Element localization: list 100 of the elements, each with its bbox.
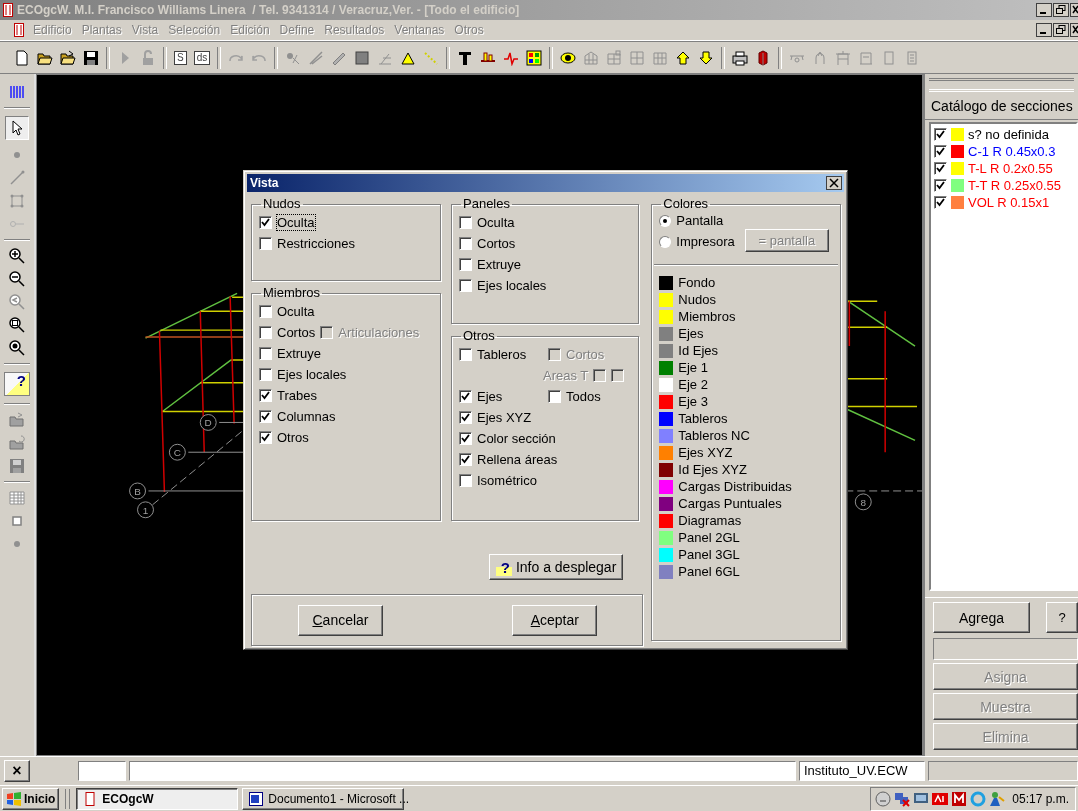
smiley-icon[interactable] (875, 790, 892, 807)
person-icon[interactable] (989, 790, 1006, 807)
color-swatch[interactable] (659, 275, 674, 290)
document-icon (14, 23, 24, 37)
checkbox[interactable] (259, 410, 272, 423)
color-swatch[interactable] (659, 428, 674, 443)
section-label[interactable]: T-L R 0.2x0.55 (968, 160, 1053, 176)
checkbox[interactable] (459, 390, 472, 403)
section-label[interactable]: C-1 R 0.45x0.3 (968, 143, 1056, 159)
checkbox[interactable] (259, 389, 272, 402)
close-icon[interactable] (826, 176, 842, 190)
text-tool-icon[interactable] (457, 49, 474, 66)
radio-button[interactable] (659, 214, 672, 227)
color-label: Cargas Puntuales (678, 496, 782, 511)
color-label: Eje 1 (678, 360, 708, 375)
status-field (78, 761, 126, 781)
new-file-icon[interactable] (14, 49, 30, 66)
checkbox[interactable] (259, 216, 272, 229)
checkbox-label: Extruye (477, 257, 522, 272)
checkbox[interactable] (459, 237, 472, 250)
checkbox[interactable] (259, 347, 272, 360)
zoom-window-icon[interactable] (9, 317, 25, 333)
color-swatch[interactable] (659, 513, 674, 528)
color-swatch[interactable] (659, 496, 674, 511)
checkbox-label: Otros (277, 430, 309, 445)
panel-grip[interactable] (929, 78, 1074, 92)
window-title: ECOgcW. M.I. Francisco Williams Linera / Tel. 9341314 / Veracruz,Ver. - [Todo el edificio] (17, 3, 520, 17)
cancel-button[interactable]: Cancelar (298, 604, 383, 636)
checkbox[interactable] (459, 453, 472, 466)
color-label: Ejes (678, 326, 704, 341)
color-label: Tableros NC (678, 428, 750, 443)
color-swatch[interactable] (659, 479, 674, 494)
color-swatch[interactable] (659, 462, 674, 477)
color-swatch[interactable] (659, 360, 674, 375)
checkbox[interactable] (459, 348, 472, 361)
color-swatch[interactable] (659, 411, 674, 426)
section-label[interactable]: VOL R 0.15x1 (968, 194, 1050, 210)
close-icon[interactable] (1070, 3, 1078, 17)
checkbox[interactable] (259, 431, 272, 444)
help-button[interactable]: ? (4, 372, 30, 396)
up-arrow-icon[interactable] (675, 49, 692, 66)
checkbox[interactable] (259, 237, 272, 250)
color-swatch[interactable] (659, 292, 674, 307)
section-label[interactable]: s? no definida (968, 126, 1049, 142)
close-icon[interactable] (1070, 23, 1078, 37)
checkbox[interactable] (459, 216, 472, 229)
square-logo-icon[interactable] (951, 790, 968, 807)
checkbox[interactable] (259, 368, 272, 381)
color-label: Eje 3 (678, 394, 708, 409)
checkbox[interactable] (459, 432, 472, 445)
color-swatch[interactable] (659, 445, 674, 460)
info-button[interactable]: ? Info a desplegar (488, 554, 624, 580)
graphics-icon[interactable] (932, 790, 949, 807)
taskbar-button[interactable]: ECOgcW (76, 787, 239, 810)
checkbox[interactable] (459, 279, 472, 292)
square-icon[interactable] (9, 513, 25, 529)
checkbox[interactable] (548, 390, 561, 403)
color-swatch[interactable] (659, 394, 674, 409)
close-button[interactable]: × (4, 760, 30, 782)
help-button[interactable]: ? (1046, 602, 1078, 633)
toolbar-button[interactable]: S (174, 50, 187, 65)
eye-icon[interactable] (560, 49, 577, 66)
color-swatch[interactable] (659, 326, 674, 341)
color-swatch[interactable] (659, 343, 674, 358)
save-icon[interactable] (83, 49, 99, 66)
dotted-line-icon[interactable] (423, 49, 440, 66)
zoom-previous-icon[interactable] (9, 294, 25, 310)
color-swatch[interactable] (659, 377, 674, 392)
color-label: Id Ejes XYZ (678, 462, 747, 477)
section-label[interactable]: T-T R 0.25x0.55 (968, 177, 1061, 193)
network-icon[interactable] (894, 790, 911, 807)
checkbox[interactable] (459, 411, 472, 424)
color-swatch[interactable] (659, 564, 674, 579)
checkbox[interactable] (259, 305, 272, 318)
zoom-icon[interactable] (9, 340, 25, 356)
color-grid-icon[interactable] (526, 49, 543, 66)
square-icon[interactable] (354, 49, 371, 66)
zoom-in-icon[interactable] (9, 248, 25, 264)
radio-button[interactable] (659, 235, 672, 248)
minimize-icon[interactable] (1036, 3, 1052, 17)
checkbox[interactable] (459, 474, 472, 487)
color-swatch[interactable] (659, 530, 674, 545)
pointer-icon[interactable] (5, 116, 29, 140)
start-button[interactable]: Inicio (2, 787, 60, 810)
grip-icon[interactable] (9, 84, 25, 100)
accept-button[interactable]: Aceptar (512, 604, 598, 636)
down-arrow-icon[interactable] (698, 49, 715, 66)
add-button[interactable]: Agrega (933, 602, 1030, 633)
zoom-out-icon[interactable] (9, 271, 25, 287)
toolbar-button[interactable]: ds (193, 50, 211, 65)
printer-icon[interactable] (732, 49, 749, 66)
color-swatch[interactable] (659, 547, 674, 562)
open-folder-icon[interactable] (60, 49, 76, 66)
color-swatch[interactable] (659, 309, 674, 324)
color-label: Panel 2GL (678, 530, 740, 545)
group-title: Paneles (462, 198, 511, 210)
input-field[interactable] (933, 638, 1078, 660)
minimize-icon[interactable] (1036, 23, 1052, 37)
checkbox[interactable] (459, 258, 472, 271)
checkbox[interactable] (259, 326, 272, 339)
